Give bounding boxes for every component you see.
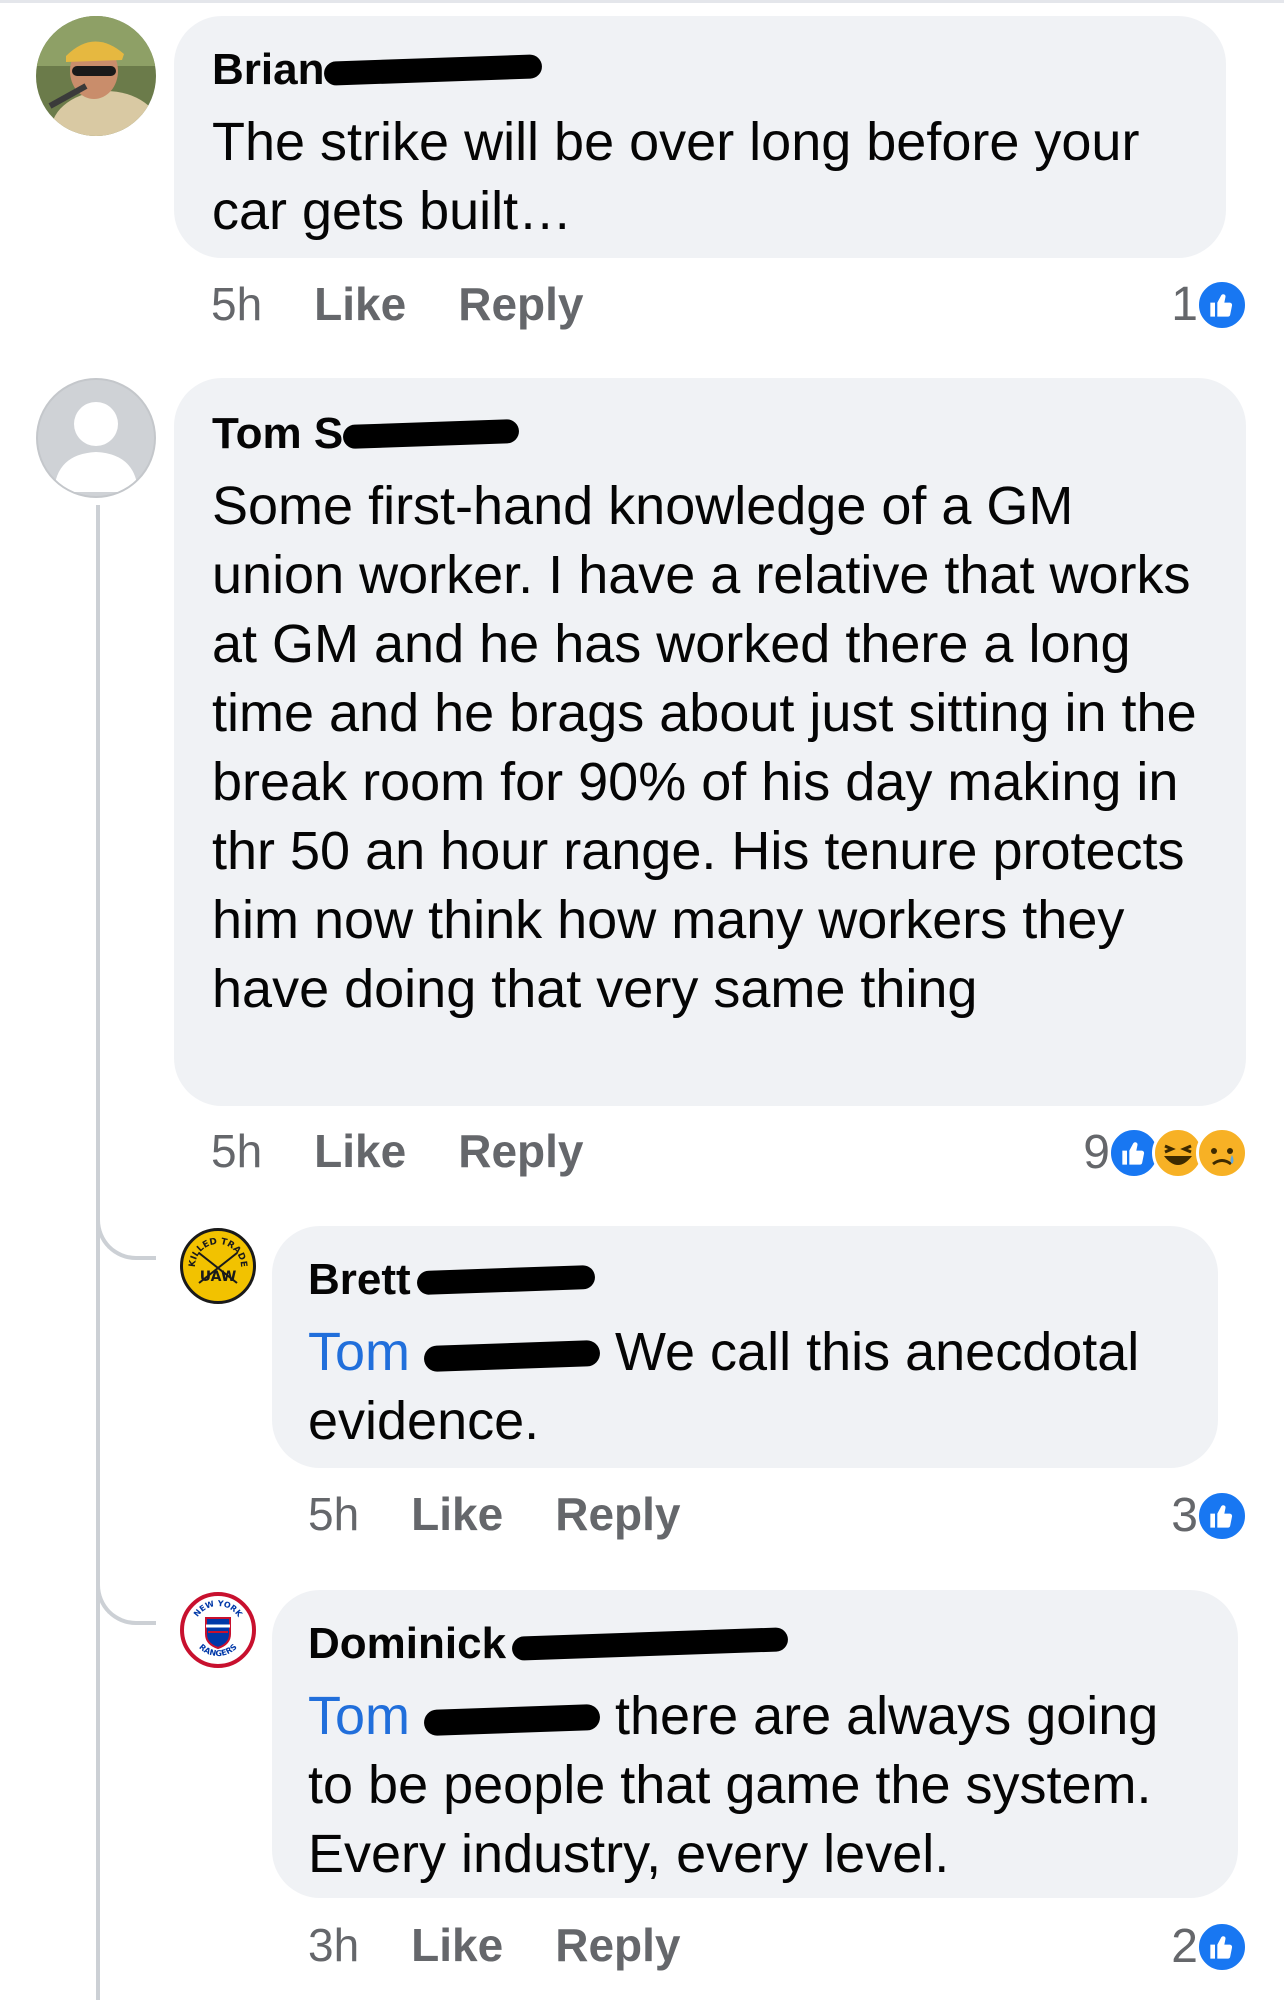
reply-author[interactable]: Brett [308,1250,1182,1310]
reply-bubble: Dominick Tom there are always going to b… [272,1590,1238,1898]
reply-button[interactable]: Reply [458,1126,583,1176]
redaction [423,1703,601,1736]
avatar[interactable]: NEW YORK RANGERS [180,1592,256,1668]
avatar[interactable] [36,16,156,136]
thread-branch [96,1180,156,1260]
avatar[interactable]: SKILLED TRADES UAW [180,1228,256,1304]
timestamp[interactable]: 5h [211,1126,262,1176]
reply-actions: 5h Like Reply [308,1489,680,1539]
author-name[interactable]: Tom S [212,404,343,464]
author-name[interactable]: Brian [212,40,324,100]
comment-bubble: Brian The strike will be over long befor… [174,16,1226,258]
thread-line [96,505,100,2000]
author-name[interactable]: Dominick [308,1614,506,1674]
comment-actions: 5h Like Reply [211,1126,583,1176]
like-button[interactable]: Like [314,279,406,329]
like-button[interactable]: Like [314,1126,406,1176]
reply-bubble: Brett Tom We call this anecdotal evidenc… [272,1226,1218,1468]
reaction-summary[interactable]: 2 [1171,1919,1248,1974]
reaction-summary[interactable]: 3 [1171,1488,1248,1543]
reaction-count: 3 [1171,1489,1198,1542]
comment-text: The strike will be over long before your… [212,112,1140,241]
avatar-badge: UAW [200,1269,237,1285]
reaction-summary[interactable]: 1 [1171,277,1248,332]
reply-text: Tom there are always going to be people … [308,1682,1202,1889]
redaction [342,418,520,450]
timestamp[interactable]: 5h [211,279,262,329]
comment-author[interactable]: Brian [212,40,1190,100]
timestamp[interactable]: 3h [308,1920,359,1970]
svg-text:SKILLED TRADES: SKILLED TRADES [183,1231,248,1268]
thread-branch [96,1545,156,1625]
mention-link[interactable]: Tom [308,1322,410,1382]
sad-reaction-icon [1196,1126,1248,1179]
comment-bubble: Tom S Some first-hand knowledge of a GM … [174,378,1246,1106]
reply-text: Tom We call this anecdotal evidence. [308,1318,1182,1456]
top-divider [0,0,1284,3]
reaction-count: 1 [1171,278,1198,331]
redaction [423,1339,601,1372]
avatar[interactable] [36,378,156,498]
reply-button[interactable]: Reply [555,1489,680,1539]
reaction-summary[interactable]: 9 [1083,1125,1248,1180]
like-button[interactable]: Like [411,1489,503,1539]
timestamp[interactable]: 5h [308,1489,359,1539]
svg-text:NEW YORK: NEW YORK [192,1599,245,1619]
comment-author[interactable]: Tom S [212,404,1210,464]
mention-link[interactable]: Tom [308,1686,410,1746]
reaction-count: 2 [1171,1920,1198,1973]
redaction [324,54,543,86]
reply-button[interactable]: Reply [555,1920,680,1970]
like-reaction-icon [1196,1489,1248,1542]
reply-body: We call this anecdotal evidence. [308,1322,1140,1451]
like-reaction-icon [1196,1920,1248,1973]
reply-actions: 3h Like Reply [308,1920,680,1970]
reply-author[interactable]: Dominick [308,1614,1202,1674]
reply-button[interactable]: Reply [458,279,583,329]
avatar-text: NEW YORK [192,1599,245,1619]
reaction-count: 9 [1083,1126,1110,1179]
avatar-text: SKILLED TRADES [183,1231,248,1268]
redaction [511,1627,789,1661]
like-button[interactable]: Like [411,1920,503,1970]
like-reaction-icon [1196,278,1248,331]
comment-actions: 5h Like Reply [211,279,583,329]
redaction [416,1264,596,1296]
author-name[interactable]: Brett [308,1250,411,1310]
comment-text: Some first-hand knowledge of a GM union … [212,476,1197,1019]
